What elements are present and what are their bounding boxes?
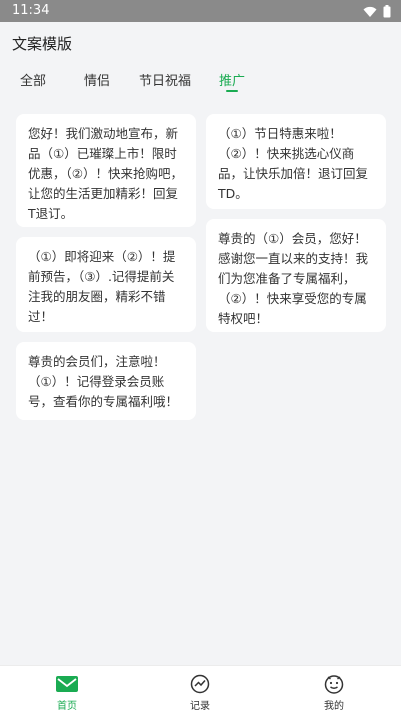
nav-home[interactable]: 首页 [27,666,107,713]
template-text: 您好！我们激动地宣布，新品（①）已璀璨上市！限时优惠，（②）！快来抢购吧，让您的… [28,126,183,221]
nav-records-label: 记录 [190,701,210,712]
template-card[interactable]: （①）即将迎来（②）！提前预告，（③）.记得提前关注我的朋友圈，精彩不错过！ [16,237,196,332]
template-text: 尊贵的会员们，注意啦！（①）！记得登录会员账号，查看你的专属福利哦！ [28,354,179,409]
template-card[interactable]: 尊贵的（①）会员，您好！感谢您一直以来的支持！我们为您准备了专属福利，（②）！快… [206,219,386,332]
page-title: 文案模版 [12,35,73,53]
battery-icon [383,5,391,18]
nav-records[interactable]: 记录 [160,666,240,713]
tab-holiday-greetings[interactable]: 节日祝福 [139,70,191,89]
tab-promotion[interactable]: 推广 [219,70,245,89]
nav-home-label: 首页 [57,701,77,712]
wifi-icon [363,6,377,17]
template-card[interactable]: 您好！我们激动地宣布，新品（①）已璀璨上市！限时优惠，（②）！快来抢购吧，让您的… [16,114,196,227]
mail-icon [56,673,78,695]
tab-couple[interactable]: 情侣 [84,70,110,89]
template-text: （①）节日特惠来啦！（②）！快来挑选心仪商品，让快乐加倍！退订回复TD。 [218,126,369,201]
tab-all[interactable]: 全部 [20,70,46,89]
active-tab-indicator [226,90,238,92]
status-time: 11:34 [12,3,50,18]
nav-profile[interactable]: 我的 [294,666,374,713]
status-bar: 11:34 [0,0,401,22]
category-tabs: 全部 情侣 节日祝福 推广 [0,68,401,98]
template-text: 尊贵的（①）会员，您好！感谢您一直以来的支持！我们为您准备了专属福利，（②）！快… [218,231,369,326]
template-card[interactable]: 尊贵的会员们，注意啦！（①）！记得登录会员账号，查看你的专属福利哦！ [16,342,196,420]
template-card[interactable]: （①）节日特惠来啦！（②）！快来挑选心仪商品，让快乐加倍！退订回复TD。 [206,114,386,209]
nav-profile-label: 我的 [324,701,344,712]
trend-icon [189,673,211,695]
template-text: （①）即将迎来（②）！提前预告，（③）.记得提前关注我的朋友圈，精彩不错过！ [28,249,176,324]
bottom-nav: 首页 记录 我的 [0,665,401,713]
face-icon [323,673,345,695]
status-icons [363,5,391,18]
